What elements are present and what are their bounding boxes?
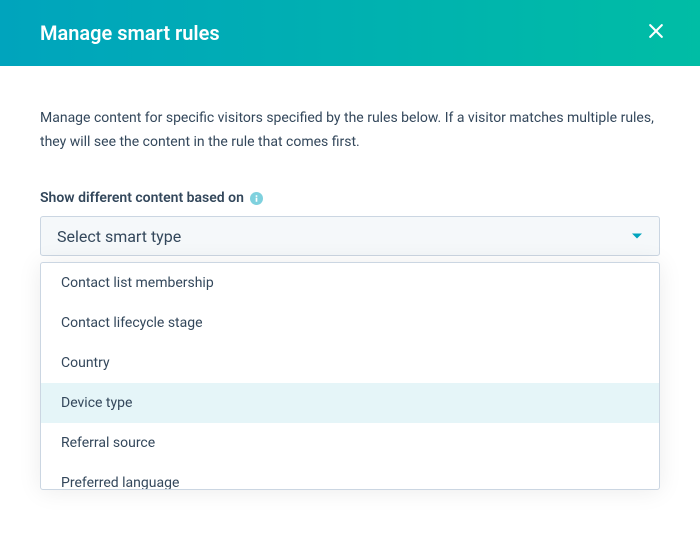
option-country[interactable]: Country: [41, 343, 659, 383]
option-device-type[interactable]: Device type: [41, 383, 659, 423]
smart-type-select[interactable]: Select smart type: [40, 216, 660, 256]
info-icon[interactable]: [250, 192, 263, 205]
select-label-row: Show different content based on: [40, 190, 660, 206]
select-label: Show different content based on: [40, 190, 244, 206]
dialog-content: Manage content for specific visitors spe…: [0, 66, 700, 490]
select-placeholder: Select smart type: [57, 227, 181, 246]
option-contact-list-membership[interactable]: Contact list membership: [41, 263, 659, 303]
option-contact-lifecycle-stage[interactable]: Contact lifecycle stage: [41, 303, 659, 343]
dialog-title: Manage smart rules: [40, 21, 220, 45]
close-icon: [646, 21, 666, 45]
description-text: Manage content for specific visitors spe…: [40, 106, 660, 154]
option-referral-source[interactable]: Referral source: [41, 423, 659, 463]
dialog-header: Manage smart rules: [0, 0, 700, 66]
chevron-down-icon: [631, 227, 643, 246]
option-preferred-language[interactable]: Preferred language: [41, 463, 659, 490]
close-button[interactable]: [644, 21, 668, 45]
smart-type-dropdown: Contact list membership Contact lifecycl…: [40, 262, 660, 490]
